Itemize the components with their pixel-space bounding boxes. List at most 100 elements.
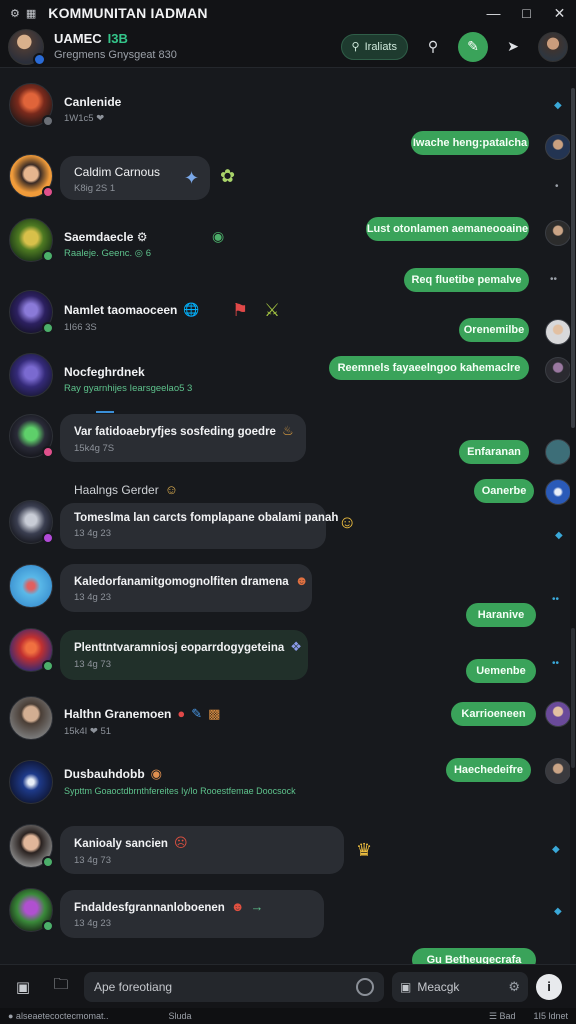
fire-icon: ♨: [281, 423, 294, 438]
more-icon[interactable]: ••: [550, 274, 557, 285]
divider: [96, 411, 114, 413]
avatar[interactable]: [545, 319, 571, 345]
avatar[interactable]: [9, 564, 53, 608]
contact-meta: 13 4g 23: [74, 918, 111, 929]
info-icon: i: [547, 979, 551, 994]
message-bubble[interactable]: Fndaldesfgrannanloboenen ☻ → 13 4g 23: [60, 890, 324, 938]
outgoing-message[interactable]: Oanerbe: [474, 479, 534, 503]
contact-name: Nocfeghrdnek: [64, 365, 145, 379]
maximize-icon[interactable]: □: [510, 0, 543, 26]
contact-name: Plenttntvaramniosj eoparrdogygeteina ❖: [74, 639, 302, 654]
contact-name: Caldim Carnous: [74, 165, 161, 179]
status-left: ● alseaetecoctecmomat..: [8, 1011, 109, 1021]
avatar[interactable]: [9, 888, 54, 932]
avatar[interactable]: [9, 353, 53, 397]
my-avatar[interactable]: [538, 31, 568, 62]
outgoing-message[interactable]: Lust otonlamen aemaneooaine: [366, 217, 529, 241]
contact-name: Fndaldesfgrannanloboenen ☻ →: [74, 899, 264, 914]
contact-meta: 13 4g 73: [74, 855, 111, 866]
window-title: KOMMUNITAN IADMAN: [48, 5, 208, 21]
title-bar: ⚙ ▦ KOMMUNITAN IADMAN — □ ✕: [0, 0, 576, 26]
avatar[interactable]: [9, 628, 54, 672]
attach-button[interactable]: ▣: [8, 972, 38, 1002]
avatar[interactable]: [545, 758, 571, 784]
avatar[interactable]: [545, 357, 571, 383]
lips-icon: ●: [177, 706, 186, 721]
avatar[interactable]: [9, 824, 54, 868]
secondary-input[interactable]: ▣ Meacgk ⚙: [392, 971, 528, 1002]
outgoing-message[interactable]: Haechedeifre: [446, 758, 531, 782]
avatar[interactable]: [9, 290, 54, 334]
search-pill-label: Iraliats: [364, 40, 397, 53]
contact-meta: Ray gyarnhijes Iearsgeelao5 3: [64, 383, 193, 394]
scrollbar[interactable]: [570, 68, 576, 964]
search-button[interactable]: ⚲: [418, 32, 448, 62]
edit-button[interactable]: ✎: [458, 31, 488, 62]
avatar[interactable]: [9, 500, 54, 544]
message-bubble[interactable]: Kanioaly sancien ☹ 13 4g 73: [60, 826, 344, 874]
outgoing-message[interactable]: Enfaranan: [459, 440, 529, 464]
avatar[interactable]: [545, 220, 571, 246]
settings-icon[interactable]: ⚙: [508, 979, 520, 995]
message-input[interactable]: Ape foreotiang: [84, 971, 384, 1002]
group-avatar[interactable]: [8, 28, 46, 66]
avatar[interactable]: [545, 439, 571, 465]
outgoing-message[interactable]: Iwache heng:patalcha: [411, 131, 529, 155]
grid-icon[interactable]: ▦: [26, 7, 36, 20]
avatar[interactable]: [9, 760, 53, 804]
contact-name: Dusbauhdobb ◉: [64, 766, 162, 781]
app-icons: ⚙ ▦: [0, 7, 36, 20]
outgoing-message[interactable]: Req fluetibe pemalve: [404, 268, 529, 292]
outgoing-message[interactable]: Haranive: [466, 603, 536, 627]
outgoing-message[interactable]: Orenemilbe: [459, 318, 529, 342]
avatar[interactable]: [9, 414, 54, 458]
settings-icon[interactable]: ⚙: [10, 7, 20, 20]
more-icon[interactable]: ••: [552, 658, 559, 669]
share-button[interactable]: ➤: [498, 32, 528, 62]
message-bubble[interactable]: Tomeslma lan carcts fomplapane obalami p…: [60, 503, 339, 549]
pencil-icon: ✎: [191, 706, 203, 721]
folder-button[interactable]: 🗀: [46, 972, 76, 1002]
secondary-placeholder: Meacgk: [417, 979, 460, 994]
search-pill-button[interactable]: ⚲ Iraliats: [340, 33, 408, 60]
chat-list[interactable]: Canlenide 1W1c5 ❤ ◆ Iwache heng:patalcha …: [0, 68, 576, 964]
contact-name: Namlet taomaoceen 🌐: [64, 302, 200, 317]
composer: ▣ 🗀 Ape foreotiang ▣ Meacgk ⚙ i: [0, 964, 576, 1008]
status-dot-icon: ◆: [555, 530, 563, 541]
group-subtitle: Gregmens Gnysgeat 830: [54, 48, 177, 61]
contact-meta: 1W1c5 ❤: [64, 113, 105, 124]
avatar[interactable]: [9, 696, 53, 740]
avatar[interactable]: [545, 701, 571, 727]
outgoing-message[interactable]: Reemnels fayaeelngoo kahemaclre: [329, 356, 529, 380]
contact-name: Canlenide: [64, 95, 122, 109]
avatar[interactable]: [9, 83, 54, 127]
globe-icon: 🌐: [183, 302, 200, 317]
contact-meta: K8ig 2S 1: [74, 183, 116, 194]
message-bubble[interactable]: Plenttntvaramniosj eoparrdogygeteina ❖ 13…: [60, 630, 308, 680]
minimize-icon[interactable]: —: [477, 0, 510, 26]
more-icon[interactable]: ••: [552, 594, 559, 605]
info-button[interactable]: i: [536, 973, 562, 1000]
outgoing-message[interactable]: Uemenbe: [466, 659, 536, 683]
outgoing-message[interactable]: Gu Betheugecrafa: [412, 948, 536, 964]
close-icon[interactable]: ✕: [543, 0, 576, 26]
avatar[interactable]: [545, 134, 571, 160]
status-dot-icon: ◆: [554, 100, 562, 111]
message-bubble[interactable]: Kaledorfanamitgomognolfiten dramena ☻ 13 …: [60, 564, 312, 612]
emoji-picker-icon[interactable]: [356, 977, 374, 996]
contact-name: Var fatidoaebryfjes sosfeding goedre ♨: [74, 423, 294, 438]
avatar[interactable]: [545, 479, 571, 505]
scrollbar-thumb[interactable]: [571, 88, 575, 428]
avatar[interactable]: [9, 154, 54, 198]
message-bubble[interactable]: Var fatidoaebryfjes sosfeding goedre ♨ 15…: [60, 414, 306, 462]
online-badge-icon: [33, 52, 46, 66]
cookie-icon: ◉: [150, 766, 162, 781]
pencil-icon: ✎: [467, 38, 479, 54]
smile-icon: ☺: [338, 512, 357, 532]
contact-name: Tomeslma lan carcts fomplapane obalami p…: [74, 512, 339, 524]
search-icon: ⚲: [427, 38, 439, 54]
avatar[interactable]: [9, 218, 54, 262]
angry-icon: ☹: [173, 835, 188, 850]
dot-icon: •: [555, 181, 559, 192]
outgoing-message[interactable]: Karrioeneen: [451, 702, 536, 726]
